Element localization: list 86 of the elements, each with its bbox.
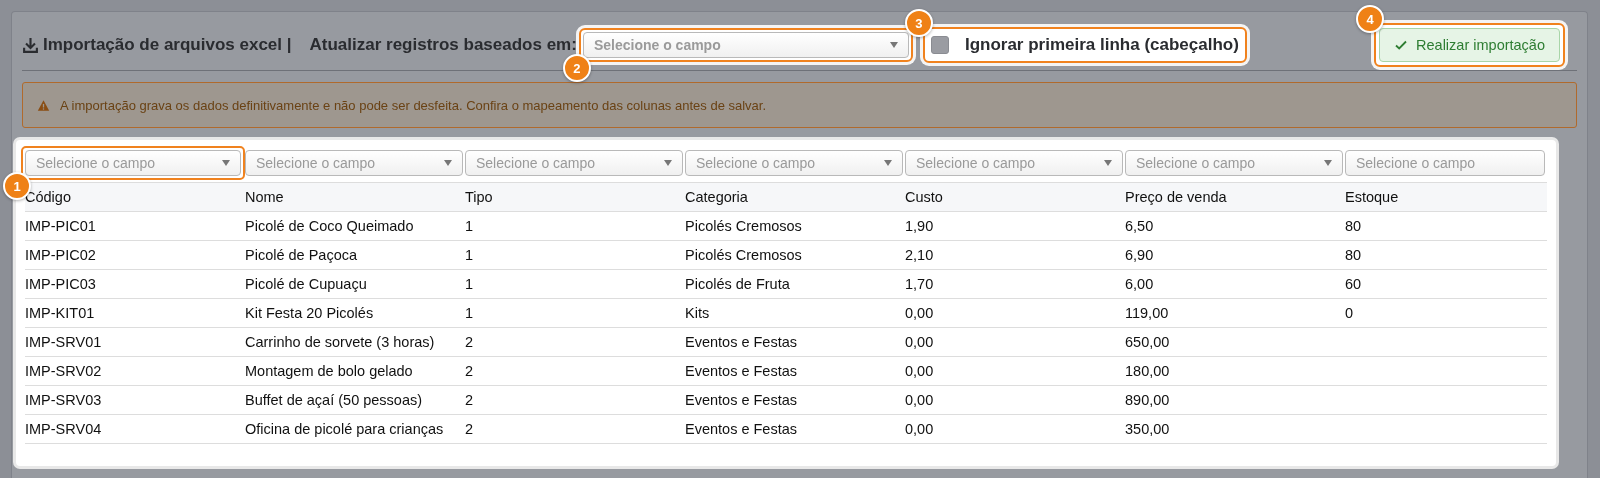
table-cell: 2	[465, 334, 474, 350]
table-cell: Picolés Cremosos	[685, 247, 802, 263]
table-cell: Eventos e Festas	[685, 363, 798, 379]
table-cell: 6,00	[1125, 276, 1154, 292]
page-title: Importação de arquivos excel |	[43, 35, 292, 55]
table-cell: Montagem de bolo gelado	[245, 363, 413, 379]
column-header: Tipo	[465, 189, 493, 205]
table-cell: Picolés de Fruta	[685, 276, 790, 292]
step-badge: 2	[562, 54, 591, 82]
table-cell: 2	[465, 363, 474, 379]
table-cell: 650,00	[1125, 334, 1170, 350]
update-label: Atualizar registros baseados em:	[309, 35, 577, 55]
table-cell: 80	[1345, 218, 1362, 234]
table-cell: 80	[1345, 247, 1362, 263]
table-cell: 2	[465, 421, 474, 437]
download-icon	[22, 36, 39, 54]
column-field-select[interactable]: Selecione o campo	[1125, 150, 1343, 176]
check-icon	[1394, 38, 1409, 52]
column-field-select[interactable]: Selecione o campo	[465, 150, 683, 176]
table-cell: 1	[465, 276, 474, 292]
table-cell: 0,00	[905, 392, 934, 408]
column-field-select[interactable]: Selecione o campo	[25, 150, 241, 176]
table-cell: 890,00	[1125, 392, 1170, 408]
step-badge: 3	[904, 9, 933, 37]
caret-icon	[664, 160, 672, 166]
caret-icon	[222, 160, 230, 166]
column-header: Categoria	[685, 189, 748, 205]
table-cell: IMP-SRV02	[25, 363, 102, 379]
column-header: Nome	[245, 189, 284, 205]
update-field-select[interactable]: Selecione o campo	[582, 32, 909, 58]
table-cell: Picolé de Paçoca	[245, 247, 358, 263]
table-cell: Kit Festa 20 Picolés	[245, 305, 374, 321]
table-cell: IMP-PIC03	[25, 276, 96, 292]
table-cell: Buffet de açaí (50 pessoas)	[245, 392, 423, 408]
checkbox-label: Ignorar primeira linha (cabeçalho)	[964, 35, 1239, 55]
table-cell: IMP-PIC02	[25, 247, 96, 263]
table-cell: 0,00	[905, 305, 934, 321]
table-cell: Kits	[685, 305, 710, 321]
table-cell: 180,00	[1125, 363, 1170, 379]
column-header: Custo	[905, 189, 943, 205]
table-cell: IMP-KIT01	[25, 305, 95, 321]
table-cell: 1	[465, 305, 474, 321]
warning-text: A importação grava os dados definitivamente e não pode ser desfeita. Confira o mapeamento das colunas antes de salvar.	[60, 97, 767, 113]
table-cell: IMP-SRV01	[25, 334, 102, 350]
table-cell: 2,10	[905, 247, 934, 263]
table-cell: 119,00	[1125, 305, 1169, 321]
warning-icon	[37, 98, 50, 112]
column-header: Código	[25, 189, 71, 205]
column-field-select[interactable]: Selecione o campo	[905, 150, 1123, 176]
table-cell: 6,90	[1125, 247, 1154, 263]
table-cell: Carrinho de sorvete (3 horas)	[245, 334, 435, 350]
table-cell: Picolés Cremosos	[685, 218, 802, 234]
checkbox[interactable]	[930, 36, 949, 54]
table-cell: IMP-SRV03	[25, 392, 102, 408]
caret-icon	[1324, 160, 1332, 166]
column-header: Preço de venda	[1125, 189, 1227, 205]
table-cell: 6,50	[1125, 218, 1154, 234]
table-cell: Eventos e Festas	[685, 334, 798, 350]
table-cell: Eventos e Festas	[685, 421, 798, 437]
caret-icon	[444, 160, 452, 166]
table-cell: Picolé de Coco Queimado	[245, 218, 414, 234]
table-cell: IMP-SRV04	[25, 421, 102, 437]
table-cell: Eventos e Festas	[685, 392, 798, 408]
table-cell: 60	[1345, 276, 1362, 292]
column-header: Estoque	[1345, 189, 1399, 205]
column-field-select[interactable]: Selecione o campo	[685, 150, 903, 176]
table-cell: 0,00	[905, 421, 934, 437]
table-cell: 0,00	[905, 363, 934, 379]
table-cell: 350,00	[1125, 421, 1170, 437]
table-cell: 0	[1345, 305, 1354, 321]
step-badge: 4	[1356, 5, 1385, 33]
column-field-select[interactable]: Selecione o campo	[1345, 150, 1545, 176]
table-cell: Oficina de picolé para crianças	[245, 421, 444, 437]
caret-icon	[884, 160, 892, 166]
caret-icon	[889, 42, 898, 48]
table-cell: 1	[465, 247, 474, 263]
table-cell: IMP-PIC01	[25, 218, 96, 234]
column-field-select[interactable]: Selecione o campo	[245, 150, 463, 176]
table-cell: 1	[465, 218, 474, 234]
table-cell: 1,90	[905, 218, 934, 234]
table-cell: 1,70	[905, 276, 934, 292]
import-button[interactable]: Realizar importação	[1379, 28, 1560, 62]
table-cell: Picolé de Cupuaçu	[245, 276, 367, 292]
table-cell: 2	[465, 392, 474, 408]
caret-icon	[1104, 160, 1112, 166]
table-cell: 0,00	[905, 334, 934, 350]
